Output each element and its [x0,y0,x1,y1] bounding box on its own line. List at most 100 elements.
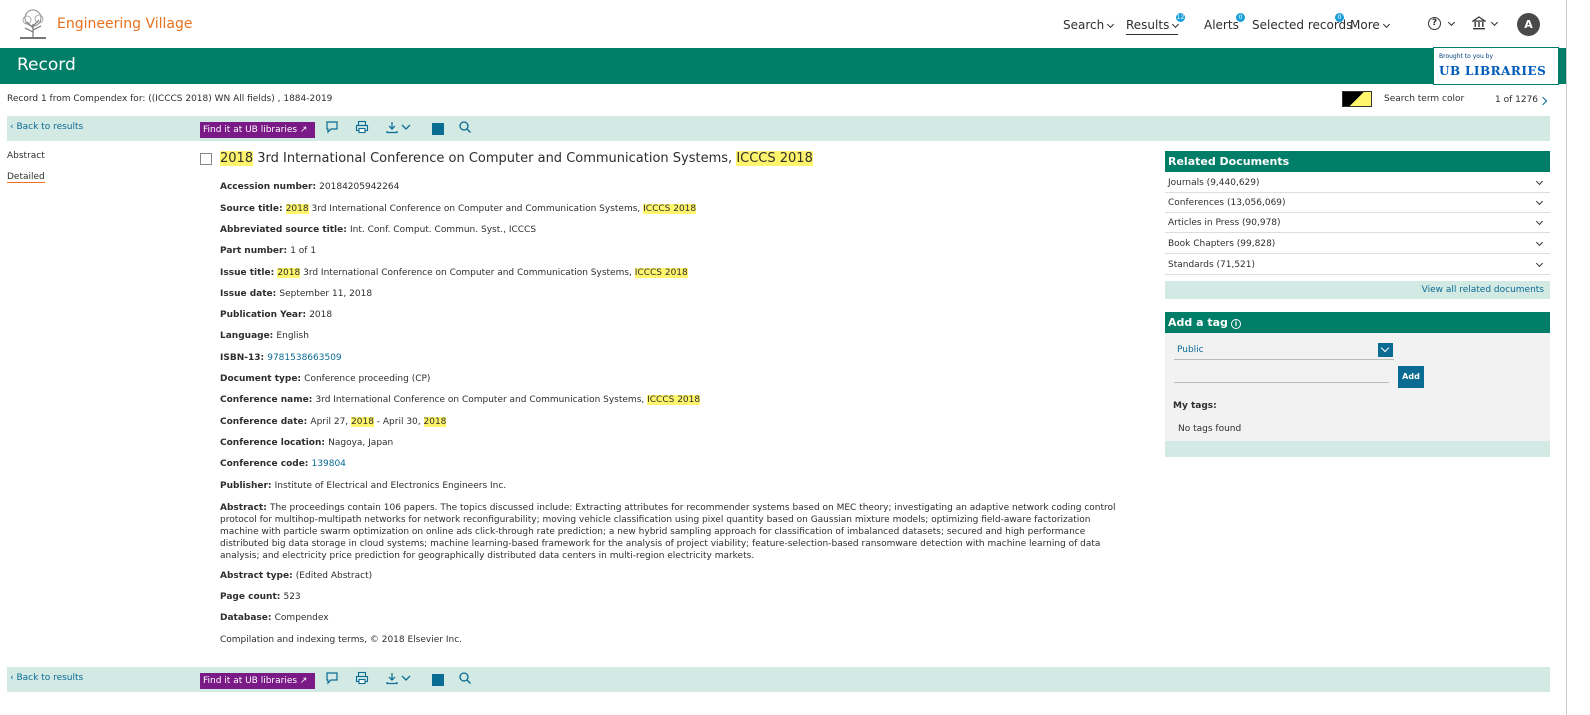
related-standards[interactable]: Standards (71,521) [1165,255,1550,275]
field-highlight: ICCCS 2018 [643,204,697,214]
leftnav-abstract[interactable]: Abstract [7,151,45,161]
find-it-button[interactable]: Find it at UB libraries ↗ [200,122,315,138]
info-icon[interactable]: i [1230,319,1241,329]
brand-name[interactable]: Engineering Village [57,16,192,32]
nav-results[interactable]: Results [1126,18,1180,35]
field-value: 1 of 1 [290,246,317,256]
field-highlight: ICCCS 2018 [634,268,688,278]
conference-code-link[interactable]: 139804 [312,459,346,469]
source-title-field: Source title: 2018 3rd International Con… [220,204,697,214]
add-tag-header: Add a tag i [1165,312,1550,333]
leftnav-detailed[interactable]: Detailed [7,172,45,183]
issue-title-field: Issue title: 2018 3rd International Conf… [220,268,688,278]
search-icon[interactable] [458,120,472,134]
field-label: Source title: [220,204,286,214]
title-year: 2018 [220,151,254,166]
record-bar: Record [0,48,1566,84]
chevron-down-icon[interactable] [1490,18,1499,27]
next-record-chevron-icon[interactable] [1538,96,1548,106]
results-count-badge: 12 [1176,13,1185,22]
abbrev-source-title-field: Abbreviated source title: Int. Conf. Com… [220,225,536,235]
elsevier-tree-logo-icon[interactable] [17,8,49,40]
chevron-down-icon [1382,20,1390,29]
field-highlight: 2018 [277,268,301,278]
view-all-related-link[interactable]: View all related documents [1165,281,1550,299]
help-icon[interactable]: ? [1428,17,1441,30]
record-title: 2018 3rd International Conference on Com… [220,151,813,166]
chevron-down-icon [1535,217,1544,226]
field-label: Issue date: [220,289,280,299]
field-label: Accession number: [220,182,320,192]
find-it-button[interactable]: Find it at UB libraries ↗ [200,673,315,689]
field-label: Database: [220,613,275,623]
field-value: Nagoya, Japan [328,438,394,448]
related-documents-header: Related Documents [1165,151,1550,172]
ub-libraries-badge[interactable]: Brought to you by UB LIBRARIES [1433,47,1559,85]
related-conferences[interactable]: Conferences (13,056,069) [1165,193,1550,213]
chevron-down-icon [1172,20,1180,29]
chevron-down-icon[interactable] [399,671,413,685]
tag-input[interactable] [1174,366,1389,383]
back-to-results-link[interactable]: Back to results [10,122,83,132]
tag-visibility-select[interactable]: Public [1174,340,1394,360]
conference-name-field: Conference name: 3rd International Confe… [220,395,701,405]
field-value: Institute of Electrical and Electronics … [274,481,507,491]
chevron-down-icon [1535,177,1544,186]
print-icon[interactable] [355,120,369,134]
abstract-type-field: Abstract type: (Edited Abstract) [220,571,372,581]
conference-location-field: Conference location: Nagoya, Japan [220,438,393,448]
print-icon[interactable] [355,671,369,685]
field-label: Page count: [220,592,284,602]
field-value: 3rd International Conference on Computer… [308,204,644,214]
publication-year-field: Publication Year: 2018 [220,310,332,320]
comment-icon[interactable] [325,671,339,685]
field-label: Abstract type: [220,571,296,581]
record-from-query: Record 1 from Compendex for: ((ICCCS 201… [7,94,333,104]
chevron-down-icon[interactable] [1447,18,1456,27]
nav-more[interactable]: More [1350,18,1390,32]
related-item-label: Journals (9,440,629) [1168,178,1260,188]
save-to-folder-icon[interactable] [432,674,444,686]
database-field: Database: Compendex [220,613,329,623]
accession-number-field: Accession number: 20184205942264 [220,182,399,192]
field-highlight: ICCCS 2018 [647,395,701,405]
search-term-color-picker[interactable] [1342,91,1372,107]
related-journals[interactable]: Journals (9,440,629) [1165,173,1550,193]
field-value: (Edited Abstract) [295,571,373,581]
issue-date-field: Issue date: September 11, 2018 [220,289,372,299]
top-header: Engineering Village Search Results 12 Al… [0,0,1566,48]
chevron-down-icon[interactable] [1378,343,1393,357]
related-book-chapters[interactable]: Book Chapters (99,828) [1165,234,1550,254]
field-value: 3rd International Conference on Computer… [315,395,648,405]
save-to-folder-icon[interactable] [432,123,444,135]
related-articles-in-press[interactable]: Articles in Press (90,978) [1165,213,1550,233]
field-label: Abbreviated source title: [220,225,350,235]
institution-icon[interactable] [1472,16,1486,30]
title-text: 3rd International Conference on Computer… [253,151,737,166]
back-to-results-link[interactable]: Back to results [10,673,83,683]
record-toolbar-top: Back to results Find it at UB libraries … [7,116,1550,141]
chevron-down-icon[interactable] [399,120,413,134]
add-tag-title: Add a tag [1168,316,1228,329]
download-icon[interactable] [385,671,399,685]
tag-panel-footer [1165,441,1550,457]
field-value: 2018 [309,310,333,320]
comment-icon[interactable] [325,120,339,134]
field-label: Issue title: [220,268,278,278]
page-scrollbar[interactable] [1566,0,1590,715]
user-avatar[interactable]: A [1517,13,1540,36]
nav-alerts[interactable]: Alerts [1204,18,1239,32]
field-label: Conference date: [220,417,311,427]
field-value: April 27, [310,417,352,427]
ub-logo-text: LIBRARIES [1464,64,1547,78]
isbn-link[interactable]: 9781538663509 [267,353,341,363]
related-item-label: Book Chapters (99,828) [1168,239,1276,249]
search-icon[interactable] [458,671,472,685]
field-value: Compendex [274,613,329,623]
add-tag-button[interactable]: Add [1398,366,1424,388]
language-field: Language: English [220,331,309,341]
select-record-checkbox[interactable] [200,153,212,165]
brought-by-text: Brought to you by [1439,53,1494,60]
download-icon[interactable] [385,120,399,134]
nav-search[interactable]: Search [1063,18,1115,32]
